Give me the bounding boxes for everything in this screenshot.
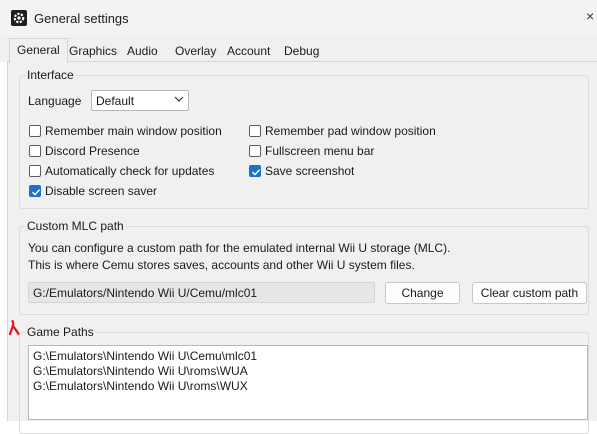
- tab-general[interactable]: General: [9, 38, 68, 63]
- language-label: Language: [28, 94, 82, 108]
- window-title: General settings: [34, 11, 129, 26]
- save-screenshot-label: Save screenshot: [265, 164, 355, 178]
- remember-pad-window-checkbox[interactable]: Remember pad window position: [249, 124, 436, 138]
- discord-presence-label: Discord Presence: [45, 144, 140, 158]
- mlc-description-line2: This is where Cemu stores saves, account…: [28, 258, 415, 272]
- gear-icon: [11, 10, 27, 26]
- game-paths-list[interactable]: G:\Emulators\Nintendo Wii U\Cemu\mlc01 G…: [28, 345, 588, 420]
- tab-account[interactable]: Account: [223, 42, 274, 62]
- close-icon[interactable]: ×: [586, 8, 594, 24]
- remember-main-window-checkbox[interactable]: Remember main window position: [29, 124, 222, 138]
- save-screenshot-checkbox[interactable]: Save screenshot: [249, 164, 354, 178]
- clear-custom-path-button[interactable]: Clear custom path: [472, 282, 587, 304]
- checkbox-icon: [249, 125, 261, 137]
- mlc-description-line1: You can configure a custom path for the …: [28, 241, 451, 255]
- checkbox-icon: [29, 165, 41, 177]
- checkbox-icon: [29, 125, 41, 137]
- checkmark-icon: [29, 185, 41, 197]
- check-updates-checkbox[interactable]: Automatically check for updates: [29, 164, 214, 178]
- change-button[interactable]: Change: [385, 282, 460, 304]
- mlc-path-field[interactable]: G:/Emulators/Nintendo Wii U/Cemu/mlc01: [28, 282, 375, 303]
- checkbox-icon: [249, 145, 261, 157]
- remember-pad-window-label: Remember pad window position: [265, 124, 436, 138]
- checkmark-icon: [249, 165, 261, 177]
- disable-screen-saver-label: Disable screen saver: [45, 184, 158, 198]
- tab-graphics[interactable]: Graphics: [65, 42, 121, 62]
- mlc-path-value: G:/Emulators/Nintendo Wii U/Cemu/mlc01: [33, 286, 258, 300]
- checkbox-icon: [29, 145, 41, 157]
- remember-main-window-label: Remember main window position: [45, 124, 222, 138]
- list-item[interactable]: G:\Emulators\Nintendo Wii U\roms\WUA: [33, 364, 248, 378]
- list-item[interactable]: G:\Emulators\Nintendo Wii U\roms\WUX: [33, 379, 248, 393]
- interface-group-title: Interface: [25, 68, 76, 82]
- check-updates-label: Automatically check for updates: [45, 164, 215, 178]
- discord-presence-checkbox[interactable]: Discord Presence: [29, 144, 140, 158]
- game-paths-group-title: Game Paths: [25, 325, 96, 339]
- fullscreen-menu-bar-label: Fullscreen menu bar: [265, 144, 375, 158]
- mlc-group-title: Custom MLC path: [25, 219, 126, 233]
- disable-screen-saver-checkbox[interactable]: Disable screen saver: [29, 184, 157, 198]
- language-select-value: Default: [96, 94, 135, 108]
- tab-audio[interactable]: Audio: [123, 42, 162, 62]
- tab-overlay[interactable]: Overlay: [171, 42, 220, 62]
- language-select[interactable]: Default: [91, 90, 189, 111]
- fullscreen-menu-bar-checkbox[interactable]: Fullscreen menu bar: [249, 144, 374, 158]
- list-item[interactable]: G:\Emulators\Nintendo Wii U\Cemu\mlc01: [33, 349, 257, 363]
- chevron-down-icon: [174, 96, 184, 102]
- tab-debug[interactable]: Debug: [280, 42, 323, 62]
